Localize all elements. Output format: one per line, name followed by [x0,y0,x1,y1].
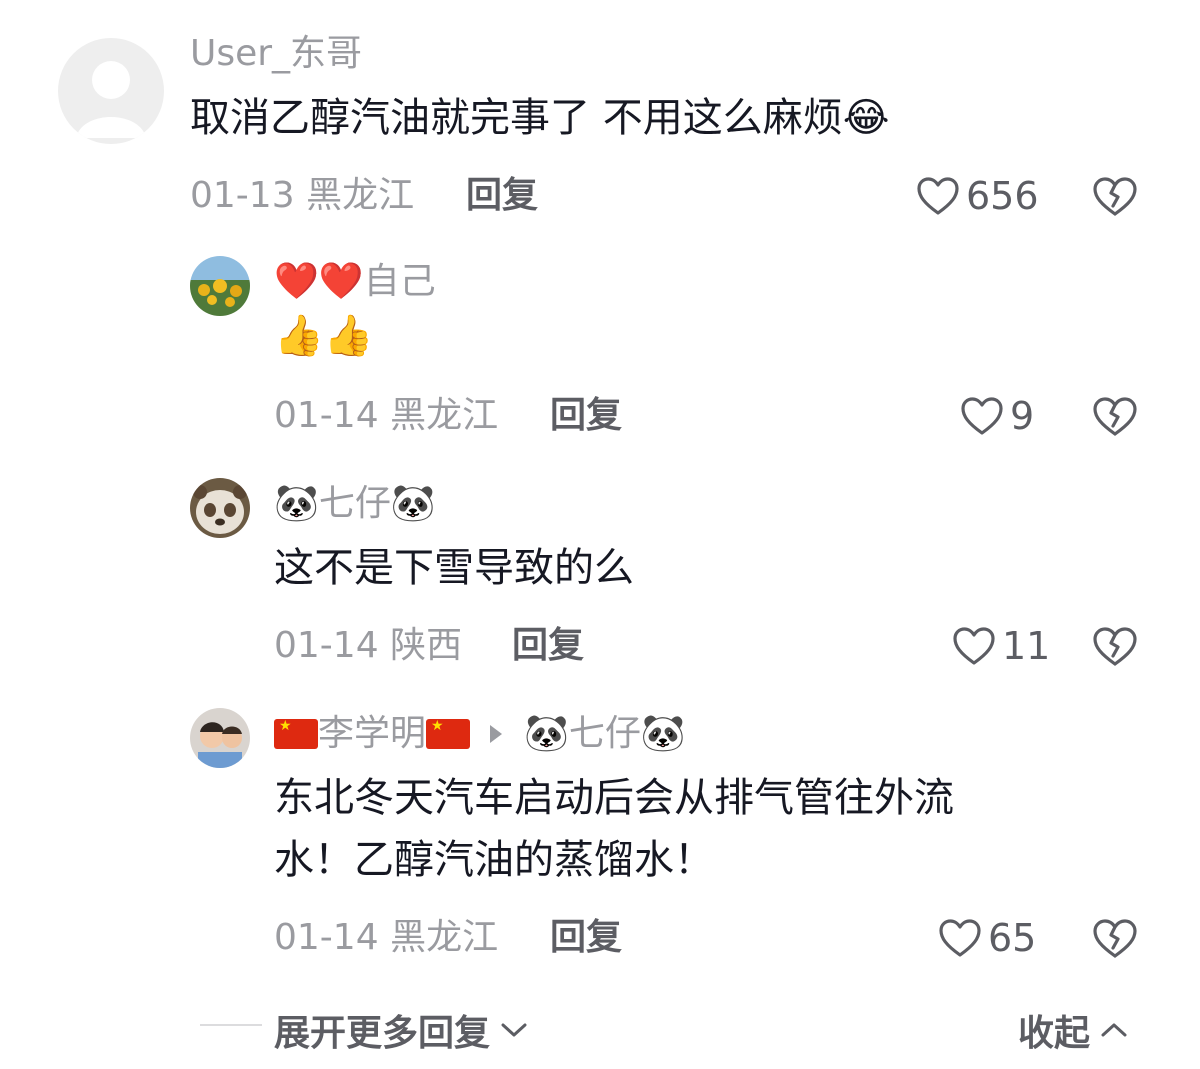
dislike-button[interactable] [1092,176,1138,222]
like-button[interactable]: 11 [952,626,1050,666]
reply-button[interactable]: 回复 [550,398,622,434]
avatar[interactable] [190,708,250,768]
username-text: 自己 [363,261,436,302]
broken-heart-icon [1093,397,1137,436]
collapse-button[interactable]: 收起 [1018,1004,1128,1056]
comment-location: 黑龙江 [390,917,499,958]
comment-date: 01-14 [274,395,379,436]
reply-arrow-icon [490,725,503,743]
comment-meta: 01-13 黑龙江 [190,178,414,214]
username[interactable]: 🐼七仔🐼 [274,486,436,522]
divider-line [200,1024,262,1026]
comment-location: 陕西 [390,625,463,666]
comment-meta: 01-14 陕西 [274,628,462,664]
heart-icon [917,177,959,215]
comment-text: 取消乙醇汽油就完事了 不用这么麻烦😂 [190,98,889,138]
panda-emoji: 🐼 [640,713,686,754]
heart-icon [961,397,1003,435]
avatar[interactable] [190,478,250,538]
emoji: 😂 [842,95,890,141]
comment-location: 黑龙江 [390,395,499,436]
avatar[interactable] [190,256,250,316]
username[interactable]: 李学明 🐼七仔🐼 [274,716,686,752]
heart-emoji: ❤️❤️ [274,261,364,302]
comment-meta: 01-14 黑龙江 [274,398,498,434]
comment-text-body: 取消乙醇汽油就完事了 不用这么麻烦 [190,95,843,141]
reply-button[interactable]: 回复 [512,628,584,664]
broken-heart-icon [1093,627,1137,666]
avatar[interactable] [58,38,164,144]
heart-icon [939,919,981,957]
china-flag-icon [426,719,471,749]
panda-emoji: 🐼 [274,483,319,524]
chevron-up-icon [1101,1023,1127,1037]
like-button[interactable]: 656 [916,176,1039,216]
like-count: 11 [1002,624,1051,668]
reply-button[interactable]: 回复 [550,920,622,956]
username-text: 七仔 [318,483,391,524]
comment-text: 👍👍 [274,313,374,359]
dislike-button[interactable] [1092,918,1138,964]
comment-text: 东北冬天汽车启动后会从排气管往外流 [274,775,954,821]
reply-to-username[interactable]: 七仔 [569,716,641,752]
reply-button[interactable]: 回复 [466,178,538,214]
like-count: 65 [988,916,1037,960]
comment-date: 01-14 [274,917,379,958]
chevron-down-icon [501,1023,527,1037]
comment-text: 这不是下雪导致的么 [274,545,634,591]
like-button[interactable]: 9 [960,396,1034,436]
like-count: 9 [1010,394,1035,438]
broken-heart-icon [1093,919,1137,958]
expand-label: 展开更多回复 [274,1013,491,1054]
comment-meta: 01-14 黑龙江 [274,920,498,956]
username-text: 李学明 [318,713,427,754]
collapse-label: 收起 [1018,1013,1091,1054]
comment-text-line2: 水！乙醇汽油的蒸馏水！ [274,837,714,883]
username[interactable]: ❤️❤️自己 [274,264,436,300]
broken-heart-icon [1093,177,1137,216]
comment-location: 黑龙江 [306,175,415,216]
username[interactable]: User_东哥 [190,36,362,72]
heart-icon [953,627,995,665]
like-count: 656 [966,174,1039,218]
china-flag-icon [274,719,318,749]
comment-date: 01-14 [274,625,379,666]
expand-more-replies-button[interactable]: 展开更多回复 [274,1004,528,1056]
dislike-button[interactable] [1092,396,1138,442]
comment-date: 01-13 [190,175,295,216]
panda-emoji: 🐼 [524,713,569,754]
like-button[interactable]: 65 [938,918,1036,958]
panda-emoji: 🐼 [390,483,436,524]
dislike-button[interactable] [1092,626,1138,672]
